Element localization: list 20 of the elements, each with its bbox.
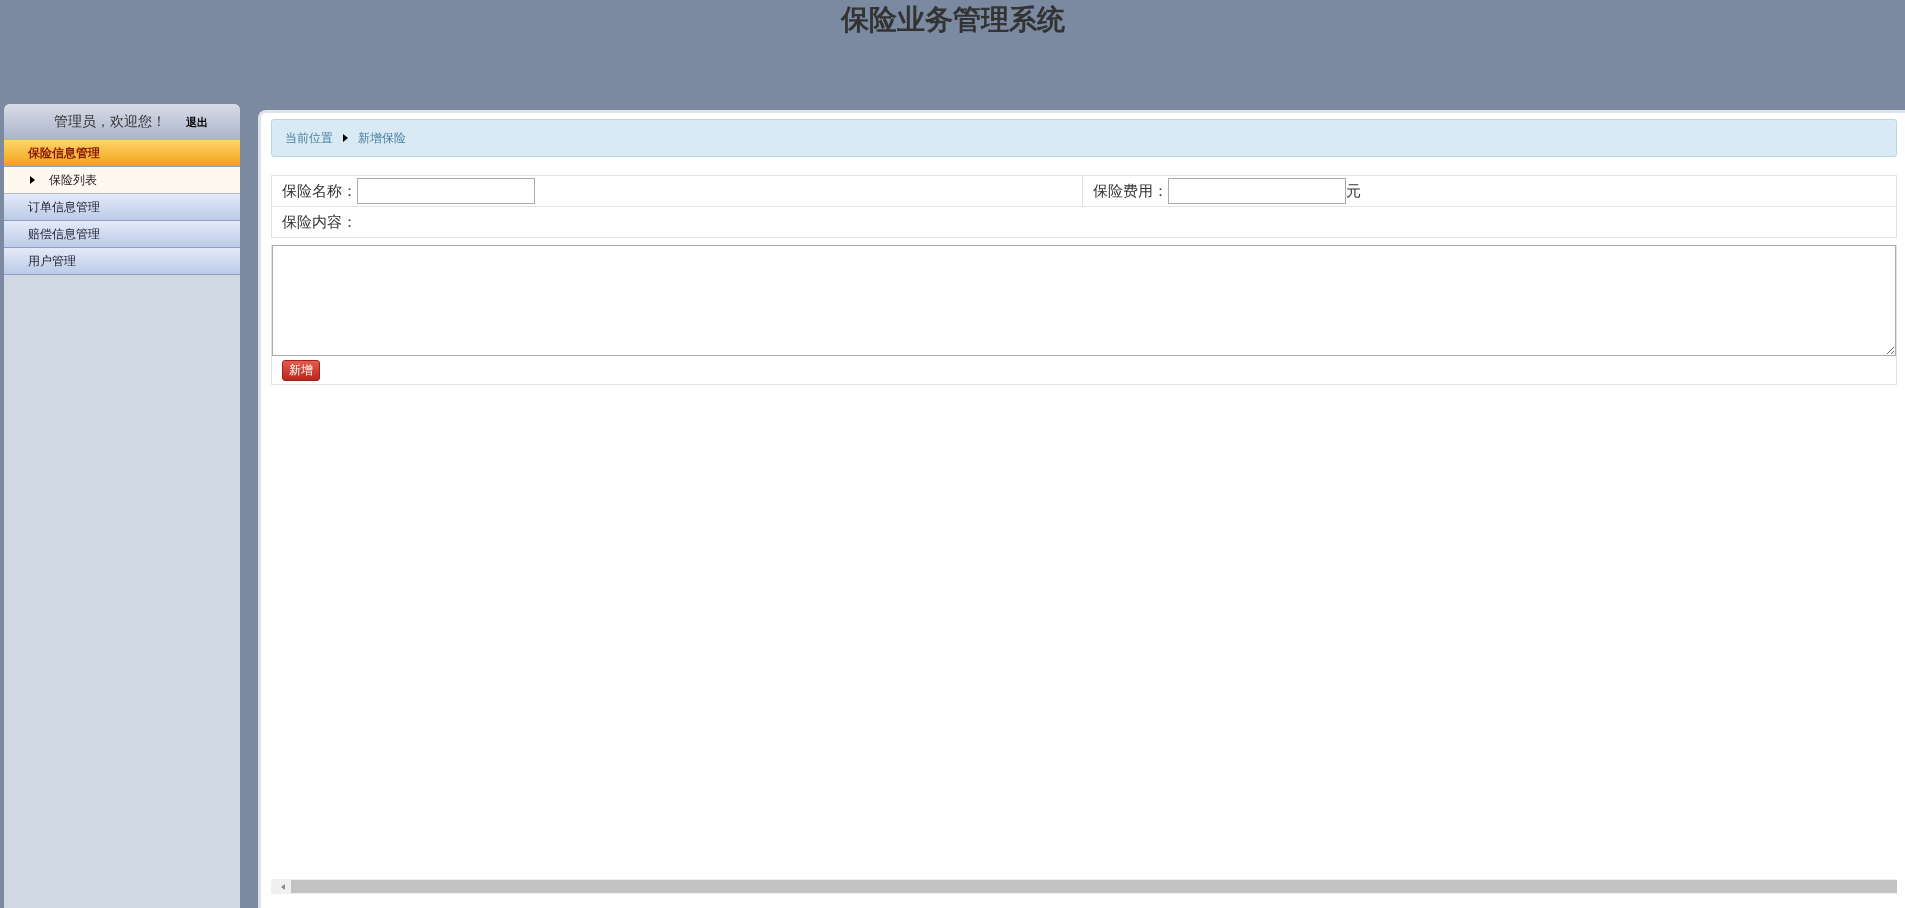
- unit-text: 元: [1346, 181, 1361, 200]
- triangle-icon: [343, 134, 348, 142]
- page-title: 保险业务管理系统: [840, 2, 1065, 38]
- left-arrow-icon[interactable]: [281, 883, 285, 890]
- menu-item[interactable]: 用户管理: [4, 248, 240, 275]
- add-button[interactable]: 新增: [282, 359, 320, 381]
- logout-link[interactable]: 退出: [186, 114, 208, 130]
- field-label: 保险内容：: [282, 212, 357, 231]
- breadcrumb-item: 当前位置: [285, 129, 333, 147]
- triangle-icon: [30, 176, 35, 184]
- breadcrumb-item: 新增保险: [358, 129, 406, 147]
- price-input-field[interactable]: [1168, 178, 1346, 204]
- field-label: 保险费用：: [1093, 181, 1168, 200]
- menu-item[interactable]: 订单信息管理: [4, 194, 240, 221]
- submenu-item[interactable]: 保险列表: [4, 167, 240, 194]
- field-label: 保险名称：: [282, 181, 357, 200]
- welcome-text: 管理员，欢迎您！: [54, 113, 166, 131]
- menu-item[interactable]: 赔偿信息管理: [4, 221, 240, 248]
- menu-item[interactable]: 保险信息管理: [4, 140, 240, 167]
- name-input-field[interactable]: [357, 178, 535, 204]
